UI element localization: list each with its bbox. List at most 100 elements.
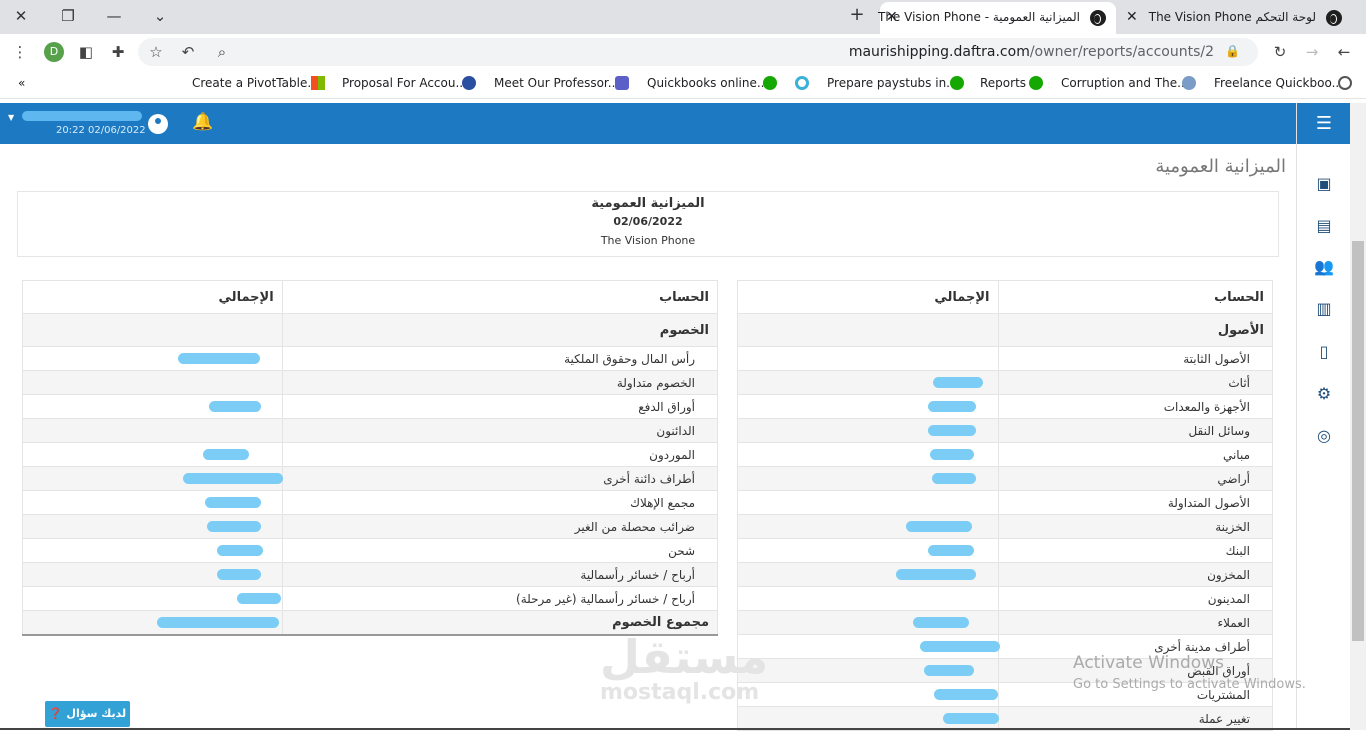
document-icon[interactable]: ▯ [1313, 341, 1335, 363]
table-row: مباني [737, 442, 1274, 467]
globe-icon [1338, 76, 1352, 90]
close-tab-icon[interactable]: ✕ [1126, 2, 1138, 32]
table-row: الخزينة [737, 514, 1274, 539]
activate-windows-title: Activate Windows [1073, 653, 1224, 673]
account-total [22, 370, 283, 395]
upwork-icon [763, 76, 777, 90]
redacted-amount [920, 641, 1000, 652]
scrollbar-thumb[interactable] [1352, 241, 1364, 641]
lock-icon[interactable]: 🔒 [1225, 44, 1240, 58]
zoom-search-icon[interactable]: ⌕ [212, 42, 232, 62]
notifications-bell-icon[interactable]: 🔔 [192, 112, 213, 132]
new-tab-plus-icon[interactable]: + [846, 4, 868, 25]
table-row: العملاء [737, 610, 1274, 635]
redacted-amount [896, 569, 976, 580]
money-icon[interactable]: ▤ [1313, 215, 1335, 237]
redacted-amount [217, 545, 263, 556]
bookmark-item[interactable]: Proposal For Accou... [342, 76, 467, 90]
collapse-menu-icon[interactable]: ☰ [1297, 103, 1351, 144]
account-total [22, 394, 283, 419]
menu-dots-icon[interactable]: ⋮ [10, 42, 30, 62]
report-date: 02/06/2022 [613, 215, 683, 228]
cash-register-icon[interactable]: ▣ [1313, 173, 1335, 195]
redacted-amount [932, 473, 976, 484]
bookmark-item[interactable]: Reports [980, 76, 1026, 90]
account-name: البنك [997, 538, 1274, 563]
account-total [22, 538, 283, 563]
extensions-puzzle-icon[interactable]: ✚ [108, 42, 128, 62]
upwork-icon [950, 76, 964, 90]
redacted-amount [913, 617, 969, 628]
url-text[interactable]: maurishipping.daftra.com/owner/reports/a… [849, 44, 1214, 60]
account-name: وسائل النقل [997, 418, 1274, 443]
table-row: الموردون [22, 442, 719, 467]
bookmark-item[interactable]: Meet Our Professor... [494, 76, 619, 90]
forward-arrow-icon[interactable]: → [1302, 42, 1322, 62]
bookmark-item[interactable]: Corruption and The... [1061, 76, 1189, 90]
app-header: ▼ 20:22 02/06/2022 🔔 [0, 103, 1296, 144]
account-name: أرباح / خسائر رأسمالية (غير مرحلة) [281, 586, 719, 611]
account-total [22, 418, 283, 443]
bookmark-item[interactable]: Freelance Quickboo... [1214, 76, 1343, 90]
page-scrollbar[interactable] [1350, 103, 1366, 730]
back-arrow-icon[interactable]: ← [1334, 42, 1354, 62]
upwork-icon [1029, 76, 1043, 90]
table-row: الأصول [737, 313, 1274, 347]
redacted-amount [924, 665, 974, 676]
col-total: الإجمالي [737, 280, 999, 314]
bookmarks-overflow-icon[interactable]: « [18, 76, 25, 90]
account-total [22, 442, 283, 467]
table-row: أرباح / خسائر رأسمالية (غير مرحلة) [22, 586, 719, 611]
close-window-icon[interactable]: ✕ [8, 4, 34, 28]
redacted-amount [928, 545, 974, 556]
account-total [737, 706, 999, 731]
table-row: رأس المال وحقوق الملكية [22, 346, 719, 371]
reports-chart-icon[interactable]: ▥ [1313, 298, 1335, 320]
reload-icon[interactable]: ↻ [1270, 42, 1290, 62]
account-total [737, 514, 999, 539]
tab-title: The Vision Phone - الميزانية العمومية [877, 10, 1080, 24]
minimize-window-icon[interactable]: — [101, 4, 127, 28]
account-name: الأصول المتداولة [997, 490, 1274, 515]
settings-gear-icon[interactable]: ⚙ [1313, 383, 1335, 405]
table-row: أوراق الدفع [22, 394, 719, 419]
bookmark-item[interactable]: Create a PivotTable... [192, 76, 319, 90]
support-lifebuoy-icon[interactable]: ◎ [1313, 425, 1335, 447]
share-icon[interactable]: ↶ [178, 42, 198, 62]
url-path: /owner/reports/accounts/2 [1029, 44, 1214, 60]
table-row: الدائنون [22, 418, 719, 443]
profile-avatar[interactable]: D [44, 42, 64, 62]
tab-title: The Vision Phone لوحة التحكم [1148, 10, 1316, 24]
account-name: أرباح / خسائر رأسمالية [281, 562, 719, 587]
bookmark-star-icon[interactable]: ☆ [146, 42, 166, 62]
redacted-amount [209, 401, 261, 412]
account-total [737, 658, 999, 683]
col-account: الحساب [281, 280, 719, 314]
account-name: الأجهزة والمعدات [997, 394, 1274, 419]
account-total [22, 313, 283, 347]
bookmark-item[interactable]: Quickbooks online... [647, 76, 768, 90]
restore-window-icon[interactable]: ❐ [55, 4, 81, 28]
col-account: الحساب [997, 280, 1274, 314]
account-name: المدينون [997, 586, 1274, 611]
table-row: وسائل النقل [737, 418, 1274, 443]
report-header: الميزانية العمومية 02/06/2022 The Vision… [17, 191, 1279, 257]
side-panel-icon[interactable]: ◧ [76, 42, 96, 62]
account-total [737, 610, 999, 635]
ask-question-button[interactable]: ❓ لديك سؤال [45, 701, 130, 727]
account-total [737, 586, 999, 611]
user-menu-caret-icon[interactable]: ▼ [8, 113, 14, 122]
bookmark-item[interactable]: Prepare paystubs in... [827, 76, 958, 90]
address-bar[interactable]: ☆ ↶ ⌕ maurishipping.daftra.com/owner/rep… [138, 38, 1258, 66]
account-name: أثاث [997, 370, 1274, 395]
browser-tab-active[interactable]: ✕ The Vision Phone - الميزانية العمومية [877, 2, 1116, 34]
users-icon[interactable]: 👥 [1313, 256, 1335, 278]
redacted-username[interactable] [22, 111, 142, 121]
redacted-amount [928, 425, 976, 436]
tab-search-chevron-icon[interactable]: ⌄ [147, 4, 173, 28]
liabilities-header-row: الحساب الإجمالي [22, 280, 719, 314]
user-account-icon[interactable] [148, 114, 168, 134]
redacted-amount [933, 377, 983, 388]
browser-tabstrip: ✕ ❐ — ⌄ + ✕ The Vision Phone - الميزانية… [0, 0, 1366, 34]
browser-tab[interactable]: ✕ The Vision Phone لوحة التحكم [1120, 2, 1352, 34]
